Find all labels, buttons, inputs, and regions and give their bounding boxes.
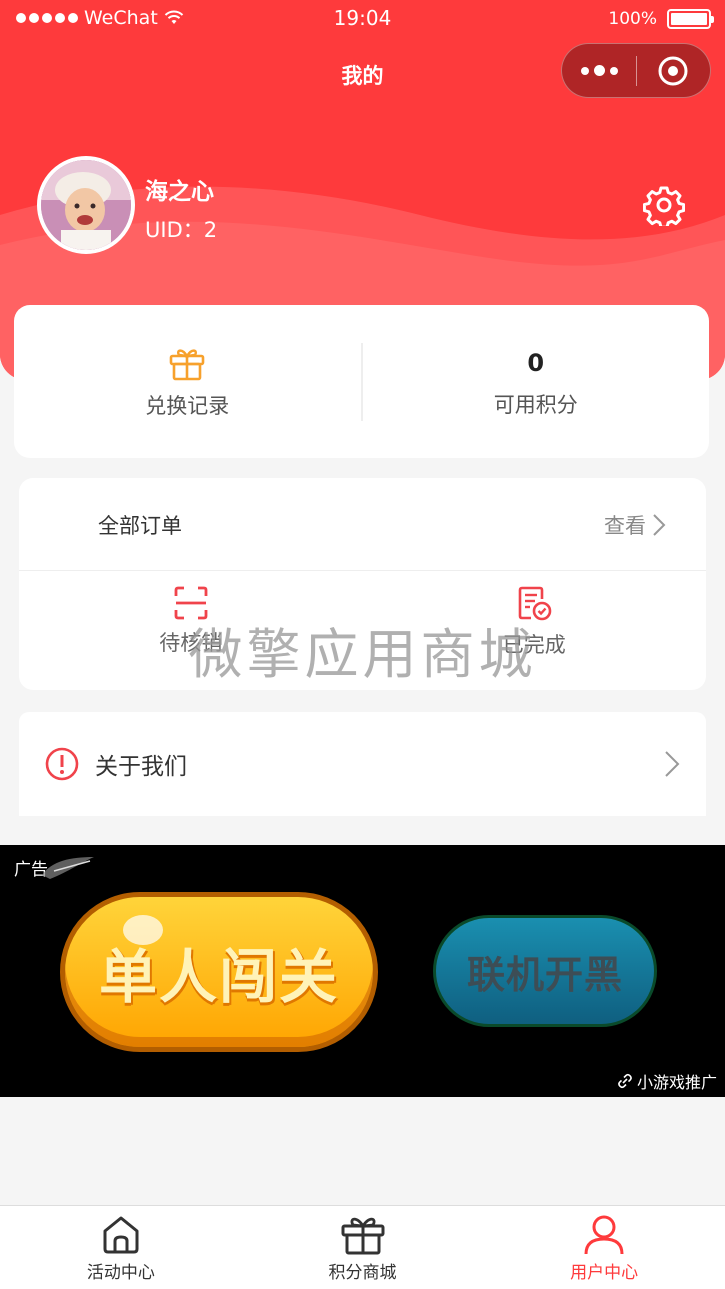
avatar-image bbox=[41, 160, 131, 250]
user-name: 海之心 bbox=[145, 179, 214, 205]
link-icon bbox=[618, 1073, 632, 1089]
points-label: 可用积分 bbox=[493, 392, 578, 417]
battery-fill bbox=[671, 13, 707, 25]
completed-doc-icon bbox=[518, 586, 552, 621]
mini-program-capsule bbox=[561, 43, 711, 98]
chevron-right-icon bbox=[665, 751, 680, 777]
gear-icon bbox=[642, 186, 686, 229]
button-shine bbox=[123, 915, 163, 945]
gift-icon bbox=[169, 348, 205, 380]
available-points[interactable]: 0 可用积分 bbox=[363, 305, 710, 458]
tab-activity-center[interactable]: 活动中心 bbox=[0, 1206, 242, 1289]
single-player-button[interactable]: 单人闯关 bbox=[60, 892, 378, 1052]
chevron-right-icon bbox=[653, 514, 666, 536]
tab-points-mall-label: 积分商城 bbox=[328, 1263, 397, 1283]
orders-header[interactable]: 全部订单 查看 bbox=[19, 478, 706, 571]
settings-button[interactable] bbox=[642, 184, 686, 229]
stats-card: 兑换记录 0 可用积分 bbox=[14, 305, 709, 458]
more-button[interactable] bbox=[562, 44, 636, 97]
battery-status: 100% bbox=[608, 9, 714, 29]
order-completed[interactable]: 已完成 bbox=[363, 571, 707, 689]
order-status-list: 待核销 已完成 bbox=[19, 571, 706, 689]
about-us-row[interactable]: 关于我们 bbox=[19, 712, 706, 816]
ad-source[interactable]: 小游戏推广 bbox=[617, 1069, 717, 1093]
about-us-label: 关于我们 bbox=[95, 754, 187, 780]
orders-view-link[interactable]: 查看 bbox=[604, 510, 666, 540]
order-pending-verify[interactable]: 待核销 bbox=[19, 571, 363, 689]
gift-icon bbox=[341, 1217, 384, 1255]
ad-banner[interactable]: 广告 单人闯关 联机开黑 小游戏推广 bbox=[0, 845, 725, 1097]
close-button[interactable] bbox=[637, 44, 710, 97]
user-icon bbox=[584, 1215, 624, 1255]
exchange-records-label: 兑换记录 bbox=[145, 393, 230, 418]
tab-user-center[interactable]: 用户中心 bbox=[483, 1206, 725, 1289]
orders-view-label: 查看 bbox=[604, 514, 646, 538]
orders-title: 全部订单 bbox=[98, 514, 182, 538]
order-pending-label: 待核销 bbox=[159, 631, 223, 655]
status-bar: WeChat 19:04 100% bbox=[0, 0, 725, 40]
order-completed-label: 已完成 bbox=[502, 633, 566, 657]
points-value: 0 bbox=[527, 348, 545, 377]
multiplayer-button[interactable]: 联机开黑 bbox=[433, 915, 657, 1027]
ad-source-label: 小游戏推广 bbox=[636, 1073, 717, 1092]
tab-bar: 活动中心 积分商城 用户中心 bbox=[0, 1205, 725, 1289]
battery-icon bbox=[667, 9, 714, 29]
orders-card: 全部订单 查看 待核销 已完成 bbox=[19, 478, 706, 690]
tab-points-mall[interactable]: 积分商城 bbox=[242, 1206, 484, 1289]
game-logo-icon bbox=[42, 857, 94, 879]
avatar[interactable] bbox=[37, 156, 135, 254]
user-uid: UID：2 bbox=[145, 218, 218, 242]
close-circle-icon bbox=[658, 56, 688, 85]
multiplayer-label: 联机开黑 bbox=[466, 952, 623, 997]
info-icon bbox=[45, 747, 79, 781]
tab-user-center-label: 用户中心 bbox=[570, 1263, 639, 1283]
scan-icon bbox=[174, 586, 208, 620]
home-icon bbox=[103, 1216, 139, 1254]
tab-activity-center-label: 活动中心 bbox=[86, 1263, 155, 1283]
exchange-records-button[interactable]: 兑换记录 bbox=[14, 305, 361, 458]
battery-percent: 100% bbox=[608, 9, 657, 29]
